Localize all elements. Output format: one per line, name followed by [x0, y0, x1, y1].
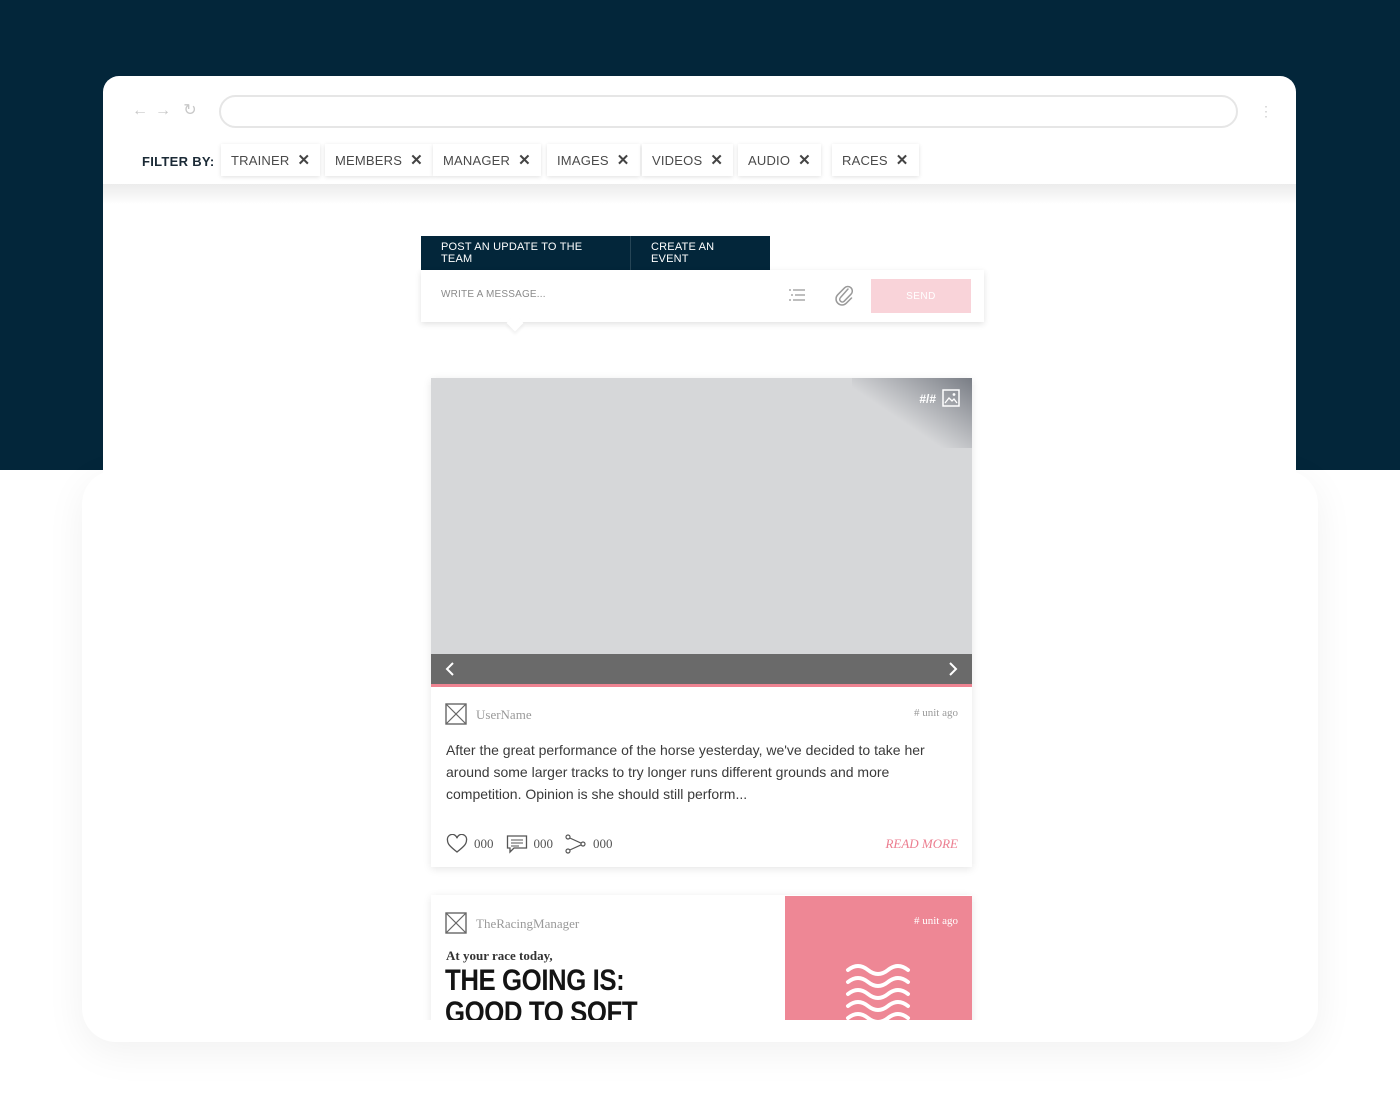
filter-chip-trainer[interactable]: TRAINER ✕	[221, 144, 321, 176]
forward-arrow-icon[interactable]: →	[153, 101, 173, 121]
filter-chip-videos[interactable]: VIDEOS ✕	[642, 144, 734, 176]
comment-icon	[506, 835, 527, 854]
media-slider-bar	[431, 654, 972, 684]
media-counter: #/#	[919, 392, 936, 406]
post-media[interactable]: #/#	[431, 378, 972, 654]
chevron-left-icon[interactable]	[443, 661, 459, 677]
share-icon	[565, 834, 586, 854]
post-username[interactable]: UserName	[476, 707, 532, 723]
composer-tabs: POST AN UPDATE TO THE TEAM CREATE AN EVE…	[421, 236, 770, 270]
remove-icon[interactable]: ✕	[297, 151, 310, 169]
like-count: 000	[474, 836, 494, 851]
tab-post-update[interactable]: POST AN UPDATE TO THE TEAM	[421, 236, 630, 270]
filter-chip-images[interactable]: IMAGES ✕	[547, 144, 640, 176]
filter-chip-label: IMAGES	[557, 152, 609, 168]
share-count: 000	[593, 836, 613, 851]
race-update-card: TheRacingManager At your race today, THE…	[431, 895, 972, 1020]
list-format-icon[interactable]	[789, 288, 805, 302]
comment-count: 000	[533, 836, 554, 851]
post-actions: 000 000 000 READ MORE	[446, 833, 958, 855]
race-headline: THE GOING IS: GOOD TO SOFT	[445, 964, 638, 1021]
post-meta: TheRacingManager	[445, 912, 745, 934]
post-timestamp: # unit ago	[914, 707, 958, 719]
back-arrow-icon[interactable]: ←	[130, 101, 150, 121]
post-timestamp: # unit ago	[914, 915, 958, 927]
remove-icon[interactable]: ✕	[710, 151, 723, 169]
avatar-placeholder-icon[interactable]	[445, 703, 467, 725]
browser-chrome: ← → ↻ ⋮	[103, 76, 1296, 146]
more-options-icon[interactable]: ⋮	[1259, 101, 1273, 121]
post-username[interactable]: TheRacingManager	[476, 916, 579, 932]
read-more-link[interactable]: READ MORE	[885, 836, 958, 852]
tab-create-event[interactable]: CREATE AN EVENT	[630, 236, 770, 270]
race-media-panel: # unit ago	[785, 896, 972, 1020]
comment-button[interactable]: 000	[506, 834, 554, 854]
filter-chip-label: RACES	[842, 152, 888, 168]
filter-chip-label: VIDEOS	[652, 152, 703, 168]
filter-chip-label: TRAINER	[231, 152, 290, 168]
avatar-placeholder-icon[interactable]	[445, 912, 467, 934]
remove-icon[interactable]: ✕	[896, 151, 909, 169]
chevron-right-icon[interactable]	[944, 661, 960, 677]
filter-chip-manager[interactable]: MANAGER ✕	[433, 144, 541, 176]
filter-chip-label: AUDIO	[748, 152, 791, 168]
filter-divider	[103, 184, 1296, 204]
heart-icon	[446, 834, 468, 853]
like-button[interactable]: 000	[446, 834, 494, 854]
share-button[interactable]: 000	[565, 834, 613, 854]
filter-chip-label: MANAGER	[443, 152, 511, 168]
composer: WRITE A MESSAGE... SEND	[421, 270, 984, 322]
attachment-icon[interactable]	[835, 284, 853, 306]
filter-chip-label: MEMBERS	[335, 152, 403, 168]
race-headline-line2: GOOD TO SOFT	[445, 996, 638, 1021]
post-body: After the great performance of the horse…	[446, 742, 925, 802]
going-waves-icon	[846, 964, 910, 1020]
filter-bar: FILTER BY: TRAINER ✕ MEMBERS ✕ MANAGER ✕…	[103, 138, 1296, 188]
post-card: #/# UserName # unit ago After the great …	[431, 378, 972, 867]
image-icon	[942, 389, 960, 407]
address-bar[interactable]	[219, 95, 1238, 128]
remove-icon[interactable]: ✕	[518, 151, 531, 169]
reload-icon[interactable]: ↻	[180, 101, 200, 121]
remove-icon[interactable]: ✕	[410, 151, 423, 169]
browser-window: ← → ↻ ⋮ FILTER BY: TRAINER ✕ MEMBERS ✕ M…	[103, 76, 1296, 1020]
filter-label: FILTER BY:	[142, 154, 215, 169]
media-progress-bar	[431, 684, 972, 687]
race-headline-line1: THE GOING IS:	[445, 964, 625, 997]
send-button[interactable]: SEND	[871, 279, 971, 313]
filter-chip-members[interactable]: MEMBERS ✕	[325, 144, 433, 176]
post-meta: UserName # unit ago	[445, 703, 958, 725]
message-input[interactable]: WRITE A MESSAGE...	[441, 289, 546, 300]
filter-chip-races[interactable]: RACES ✕	[832, 144, 919, 176]
remove-icon[interactable]: ✕	[798, 151, 811, 169]
remove-icon[interactable]: ✕	[617, 151, 630, 169]
race-intro-text: At your race today,	[446, 948, 553, 963]
filter-chip-audio[interactable]: AUDIO ✕	[738, 144, 821, 176]
